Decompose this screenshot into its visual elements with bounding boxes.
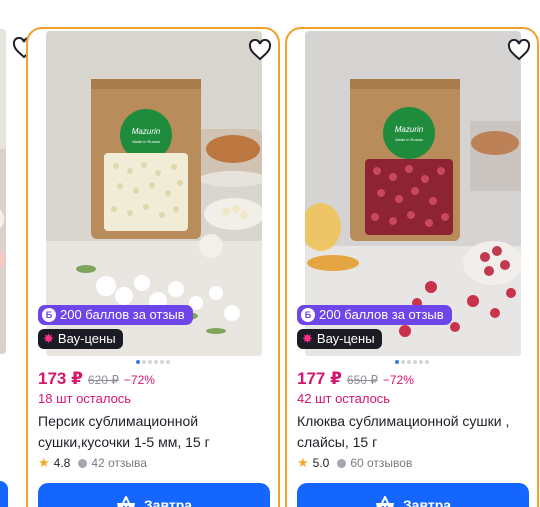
old-price: 650 ₽ — [346, 373, 378, 387]
stock-left: 42 шт осталось — [297, 391, 391, 406]
photo-pager[interactable] — [136, 360, 170, 364]
svg-text:Made in Russia: Made in Russia — [395, 137, 423, 142]
basket-icon — [375, 496, 394, 507]
star-icon: ★ — [297, 455, 309, 470]
old-price: 620 ₽ — [87, 373, 119, 387]
points-badge: Б 200 баллов за отзыв — [297, 305, 452, 325]
wow-price-badge: ✸ Вау-цены — [297, 329, 382, 349]
heart-icon[interactable] — [248, 39, 272, 61]
photo-pager[interactable] — [395, 360, 429, 364]
delivery-label: Завтра — [143, 497, 193, 507]
heart-icon[interactable] — [507, 39, 531, 61]
basket-icon — [116, 496, 135, 507]
discount: −72% — [382, 373, 414, 387]
points-badge: Б 200 баллов за отзыв — [38, 305, 193, 325]
brand-logo: Mazurin — [132, 127, 161, 136]
reviews-count: 60 отзывов — [350, 456, 413, 470]
coin-icon: Б — [42, 308, 56, 322]
stock-left: 18 шт осталось — [38, 391, 132, 406]
delivery-label: Завтра — [402, 497, 452, 507]
discount: −72% — [123, 373, 155, 387]
product-title[interactable]: Клюква сублимационной сушки , слайсы, 15… — [297, 411, 529, 453]
delivery-button[interactable]: Завтра — [297, 483, 529, 507]
reviews-count: 42 отзыва — [91, 456, 147, 470]
rating-row[interactable]: ★ 4.8 42 отзыва — [38, 455, 147, 471]
product-card-partial[interactable] — [0, 27, 36, 507]
delivery-button[interactable] — [0, 481, 8, 507]
wow-price-badge: ✸ Вау-цены — [38, 329, 123, 349]
price-row: 177 ₽ 650 ₽ −72% — [297, 369, 414, 389]
product-photo[interactable] — [0, 29, 6, 354]
speech-bubble-icon — [337, 458, 347, 468]
speech-bubble-icon — [78, 458, 88, 468]
star-icon: ★ — [38, 455, 50, 470]
product-card[interactable]: Mazurin Made in Russia Б 200 баллов за о… — [26, 27, 280, 507]
burst-icon: ✸ — [302, 331, 313, 346]
rating-value: 5.0 — [312, 456, 330, 470]
brand-logo: Mazurin — [395, 125, 424, 134]
price-row: 173 ₽ 620 ₽ −72% — [38, 369, 155, 389]
coin-icon: Б — [301, 308, 315, 322]
product-grid: Mazurin Made in Russia Б 200 баллов за о… — [0, 0, 540, 507]
rating-row[interactable]: ★ 5.0 60 отзывов — [297, 455, 412, 471]
price: 173 ₽ — [38, 369, 83, 388]
svg-text:Made in Russia: Made in Russia — [132, 139, 160, 144]
price: 177 ₽ — [297, 369, 342, 388]
rating-value: 4.8 — [53, 456, 71, 470]
product-title[interactable]: Персик сублимационной сушки,кусочки 1-5 … — [38, 411, 270, 453]
burst-icon: ✸ — [43, 331, 54, 346]
delivery-button[interactable]: Завтра — [38, 483, 270, 507]
product-card[interactable]: Mazurin Made in Russia Б 200 баллов за о… — [285, 27, 539, 507]
